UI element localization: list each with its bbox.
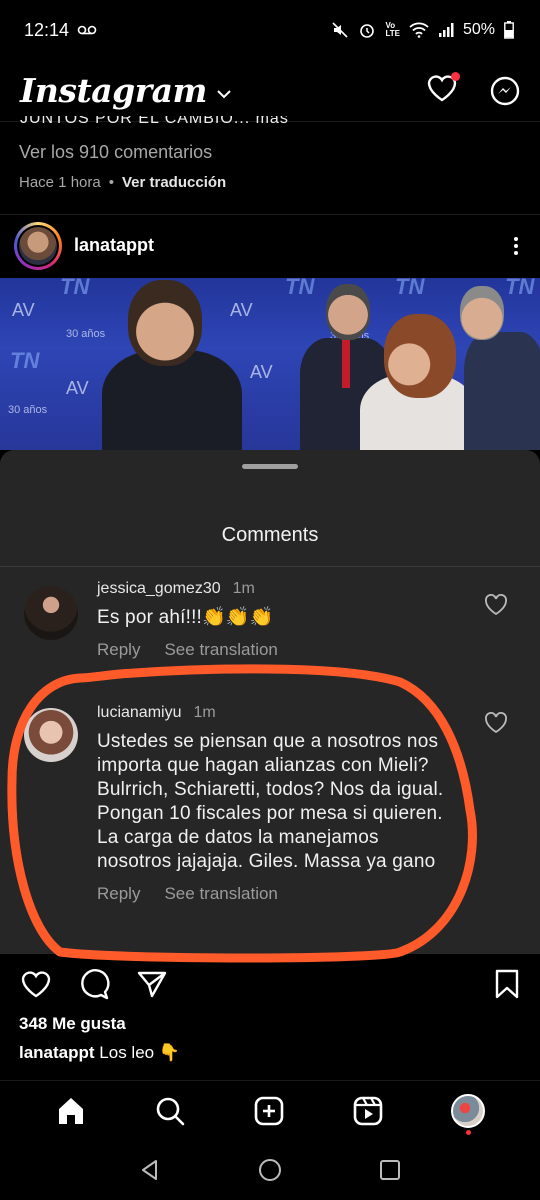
person-center-tie [342, 338, 350, 388]
comment-icon[interactable] [78, 968, 110, 1000]
image-logo-tn: TN [285, 278, 315, 299]
notifications-button[interactable] [426, 72, 460, 108]
image-logo-tn: TN [10, 348, 40, 373]
caption-username[interactable]: lanatappt [19, 1043, 95, 1062]
system-navigation-bar [0, 1140, 540, 1200]
sheet-divider [0, 566, 540, 567]
previous-post-footer: JUNTOS POR EL CAMBIO... más Ver los 910 … [0, 116, 540, 202]
like-icon[interactable] [20, 969, 52, 999]
like-comment-icon[interactable] [484, 712, 508, 734]
meta-separator: • [108, 174, 114, 191]
mute-icon [332, 22, 349, 38]
notification-dot [451, 72, 460, 81]
comment-username[interactable]: lucianamiyu [97, 704, 181, 721]
image-logo-30: 30 años [8, 404, 48, 416]
image-logo-av: AV [250, 362, 273, 382]
comment-body: jessica_gomez30 1m Es por ahí!!!👏👏👏 Reply… [97, 580, 457, 660]
alarm-icon [360, 24, 375, 38]
back-icon[interactable] [138, 1158, 162, 1182]
image-logo-tn: TN [505, 278, 535, 299]
person-right-head [460, 286, 504, 340]
image-logo-av: AV [230, 300, 253, 320]
post-avatar[interactable] [14, 221, 62, 270]
person-left-head [128, 280, 202, 366]
volte-indicator: Vo LTE [385, 21, 400, 38]
app-header: Instagram [0, 60, 540, 122]
comment-actions: Reply See translation [97, 884, 457, 904]
post-image[interactable]: TN TN TN TN TN AV AV AV AV 30 años 30 añ… [0, 278, 540, 450]
post-meta-row: Hace 1 hora • Ver traducción [19, 174, 226, 191]
comment-time: 1m [193, 704, 216, 721]
create-post-icon[interactable] [253, 1095, 285, 1127]
image-logo-tn: TN [60, 278, 90, 299]
comments-sheet: Comments jessica_gomez30 1m Es por ahí!!!… [0, 450, 540, 954]
person-center-head [326, 284, 370, 340]
person-woman-head [384, 314, 456, 398]
caption-cut-off: JUNTOS POR EL CAMBIO... más [20, 116, 289, 127]
battery-icon [504, 21, 514, 39]
profile-notification-dot [465, 1129, 471, 1135]
image-logo-av: AV [66, 378, 89, 398]
post-time-ago: Hace 1 hora [19, 174, 101, 191]
wifi-icon [409, 22, 429, 38]
image-logo-30: 30 años [66, 328, 106, 340]
person-right [464, 332, 540, 450]
battery-percent: 50% [462, 21, 495, 38]
comment-username[interactable]: jessica_gomez30 [97, 580, 221, 597]
search-icon[interactable] [154, 1095, 186, 1127]
reply-button[interactable]: Reply [97, 884, 140, 904]
caption-text: Los leo 👇 [99, 1043, 181, 1062]
commenter-avatar[interactable] [24, 708, 78, 762]
image-logo-av: AV [12, 300, 35, 320]
post-username[interactable]: lanatappt [74, 235, 154, 256]
bottom-navigation [0, 1080, 540, 1140]
comment-text: Ustedes se piensan que a nosotros nos im… [97, 731, 444, 872]
home-icon[interactable] [55, 1095, 87, 1127]
comments-title: Comments [221, 524, 319, 546]
sheet-drag-handle[interactable] [242, 464, 298, 469]
reply-button[interactable]: Reply [97, 640, 140, 660]
post-action-bar [0, 954, 540, 1014]
recents-icon[interactable] [378, 1158, 402, 1182]
comment-header: lucianamiyu 1m [97, 704, 457, 722]
status-bar: 12:14 Vo LTE 50% [0, 0, 540, 60]
comment-text: Es por ahí!!!👏👏👏 [97, 607, 274, 628]
image-logo-tn: TN [395, 278, 425, 299]
instagram-logo[interactable]: Instagram [20, 71, 207, 110]
chevron-down-icon[interactable] [217, 90, 231, 99]
comment-time: 1m [232, 580, 255, 597]
signal-icon [438, 23, 454, 37]
home-button-icon[interactable] [257, 1157, 283, 1183]
see-translation-button[interactable]: See translation [164, 884, 277, 904]
post-header: lanatappt [0, 214, 540, 276]
like-comment-icon[interactable] [484, 594, 508, 616]
voicemail-icon [77, 25, 97, 35]
comment-header: jessica_gomez30 1m [97, 580, 457, 598]
profile-avatar[interactable] [450, 1093, 485, 1135]
status-time: 12:14 [24, 19, 70, 40]
comment-actions: Reply See translation [97, 640, 457, 660]
reels-icon[interactable] [352, 1095, 384, 1127]
messenger-icon[interactable] [490, 76, 520, 106]
share-icon[interactable] [136, 969, 168, 999]
comment-body: lucianamiyu 1m Ustedes se piensan que a n… [97, 704, 457, 904]
commenter-avatar[interactable] [24, 586, 78, 640]
more-options-icon[interactable] [506, 236, 526, 255]
save-icon[interactable] [494, 969, 520, 999]
see-translation-link[interactable]: Ver traducción [122, 174, 226, 191]
view-comments-link[interactable]: Ver los 910 comentarios [19, 142, 212, 163]
post-caption: lanatappt Los leo 👇 [19, 1043, 180, 1063]
see-translation-button[interactable]: See translation [164, 640, 277, 660]
likes-count[interactable]: 348 Me gusta [19, 1014, 126, 1034]
